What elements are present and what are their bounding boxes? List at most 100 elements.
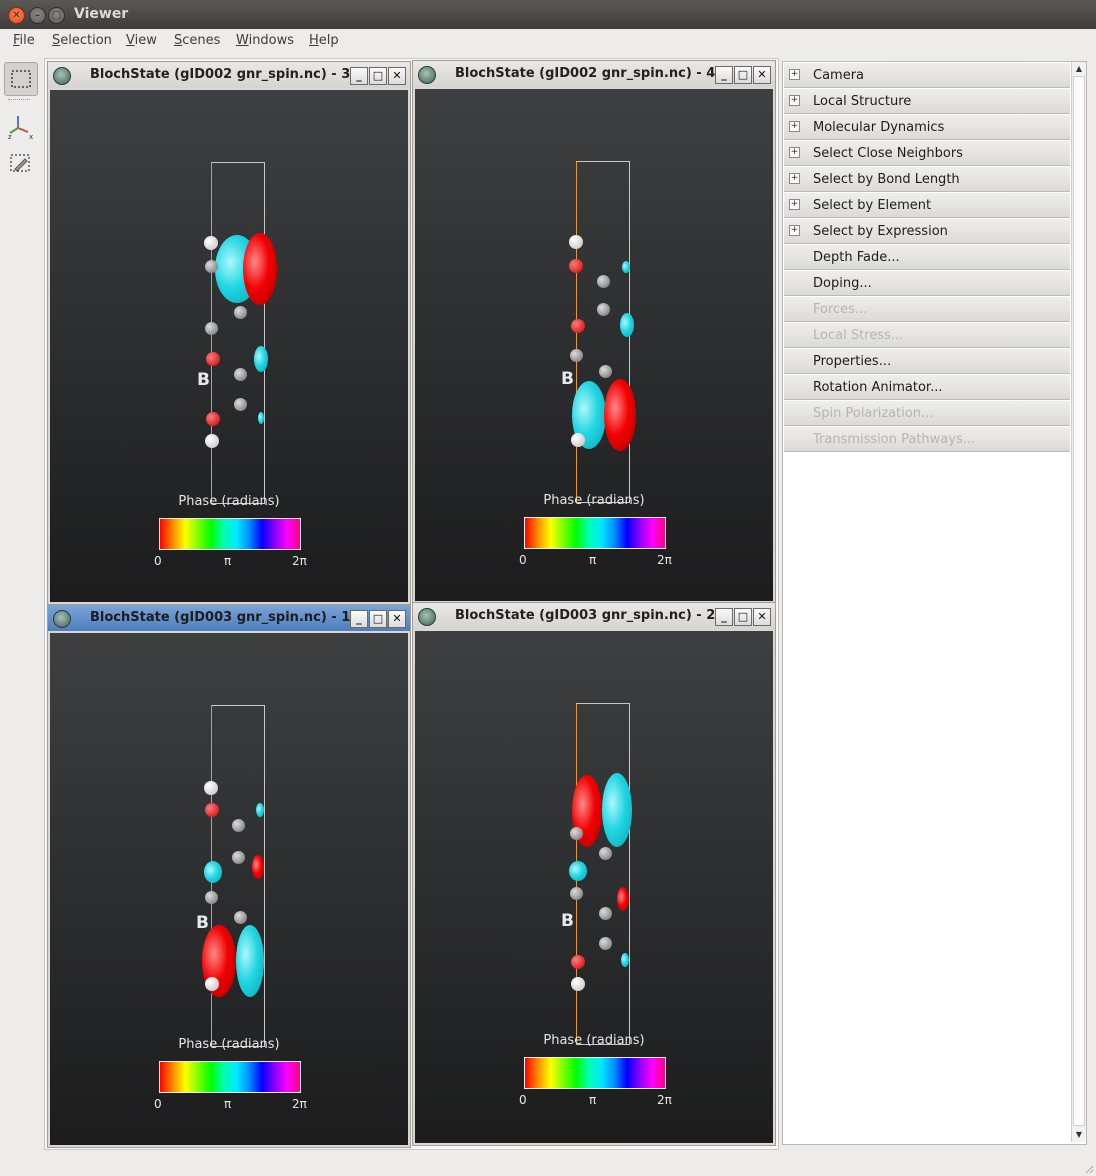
- subwindow-titlebar[interactable]: BlochState (gID002 gnr_spin.nc) - 3 _ □ …: [48, 62, 410, 88]
- subwindow-titlebar[interactable]: BlochState (gID003 gnr_spin.nc) - 1 _ □ …: [48, 605, 410, 631]
- panel-item-label: Local Structure: [813, 94, 912, 109]
- orbital-lobe: [236, 925, 264, 997]
- close-button[interactable]: ✕: [388, 610, 406, 628]
- unit-cell-box: [211, 162, 265, 504]
- rectangle-select-tool[interactable]: [4, 62, 38, 96]
- panel-item-camera[interactable]: + Camera: [784, 63, 1070, 88]
- expand-icon[interactable]: +: [789, 147, 800, 158]
- panel-item-select-by-element[interactable]: + Select by Element: [784, 193, 1070, 218]
- close-button[interactable]: ✕: [753, 66, 771, 84]
- maximize-button[interactable]: □: [734, 608, 752, 626]
- carbon-atom: [234, 306, 247, 319]
- panel-item-label: Select Close Neighbors: [813, 146, 963, 161]
- subwindow-titlebar[interactable]: BlochState (gID002 gnr_spin.nc) - 4 _ □ …: [413, 61, 775, 87]
- maximize-button[interactable]: □: [734, 66, 752, 84]
- panel-item-label: Select by Bond Length: [813, 172, 960, 187]
- axis-icon: z x: [8, 116, 33, 141]
- colorbar-title: Phase (radians): [543, 1033, 645, 1048]
- orbital-lobe: [204, 861, 222, 883]
- carbon-atom: [597, 303, 610, 316]
- panel-item-depth-fade[interactable]: Depth Fade...: [784, 245, 1070, 270]
- minimize-button[interactable]: _: [715, 608, 733, 626]
- panel-item-select-by-expression[interactable]: + Select by Expression: [784, 219, 1070, 244]
- maximize-button[interactable]: □: [369, 67, 387, 85]
- expand-icon[interactable]: +: [789, 225, 800, 236]
- expand-icon[interactable]: +: [789, 173, 800, 184]
- close-icon: ✕: [12, 10, 21, 21]
- menu-windows[interactable]: Windows: [236, 33, 294, 48]
- axis-tool[interactable]: z x: [4, 110, 36, 142]
- orbital-lobe: [622, 261, 630, 273]
- panel-item-label: Transmission Pathways...: [813, 432, 976, 447]
- hydrogen-atom: [204, 781, 218, 795]
- subwindow-titlebar[interactable]: BlochState (gID003 gnr_spin.nc) - 2 _ □ …: [413, 603, 775, 629]
- panel-item-label: Properties...: [813, 354, 892, 369]
- tick-two-pi: 2π: [657, 1093, 672, 1107]
- tick-two-pi: 2π: [292, 1097, 307, 1111]
- tick-zero: 0: [154, 1097, 162, 1111]
- scroll-down-arrow-icon[interactable]: ▼: [1072, 1128, 1086, 1141]
- minimize-button[interactable]: _: [350, 610, 368, 628]
- colorbar-title: Phase (radians): [543, 493, 645, 508]
- hydrogen-atom: [571, 977, 585, 991]
- resize-grip-icon[interactable]: [1084, 1164, 1094, 1174]
- hydrogen-atom: [569, 235, 583, 249]
- orbital-lobe: [243, 233, 277, 305]
- subwindow-bloch-state-3[interactable]: BlochState (gID002 gnr_spin.nc) - 3 _ □ …: [47, 61, 411, 605]
- plugin-panel: + Camera + Local Structure + Molecular Dyna…: [782, 61, 1087, 1145]
- panel-item-label: Molecular Dynamics: [813, 120, 945, 135]
- close-button[interactable]: ✕: [388, 67, 406, 85]
- close-button[interactable]: ✕: [753, 608, 771, 626]
- expand-icon[interactable]: +: [789, 199, 800, 210]
- tick-pi: π: [224, 1097, 232, 1111]
- 3d-viewport[interactable]: B Phase (radians) 0 π 2π: [415, 89, 773, 601]
- panel-item-local-structure[interactable]: + Local Structure: [784, 89, 1070, 114]
- red-orbital-atom: [206, 412, 220, 426]
- minimize-button[interactable]: _: [715, 66, 733, 84]
- subwindow-bloch-state-2[interactable]: BlochState (gID003 gnr_spin.nc) - 2 _ □ …: [412, 602, 776, 1146]
- 3d-viewport[interactable]: B Phase (radians) 0 π 2π: [50, 633, 408, 1145]
- panel-item-doping[interactable]: Doping...: [784, 271, 1070, 296]
- scrollbar-thumb[interactable]: [1073, 76, 1085, 1126]
- maximize-icon: □: [51, 10, 62, 21]
- carbon-atom: [599, 907, 612, 920]
- tick-zero: 0: [519, 553, 527, 567]
- red-orbital-atom: [569, 259, 583, 273]
- red-orbital-atom: [571, 955, 585, 969]
- panel-item-select-by-bond-length[interactable]: + Select by Bond Length: [784, 167, 1070, 192]
- window-maximize-button[interactable]: □: [48, 7, 65, 24]
- window-titlebar[interactable]: ✕ – □ Viewer: [0, 0, 1096, 29]
- 3d-viewport[interactable]: B Phase (radians) 0 π 2π: [50, 90, 408, 602]
- tick-pi: π: [589, 553, 597, 567]
- panel-scrollbar[interactable]: ▲ ▼: [1071, 62, 1086, 1142]
- toolbar-separator: [8, 99, 30, 100]
- phase-colorbar: [524, 517, 666, 549]
- minimize-button[interactable]: _: [350, 67, 368, 85]
- subwindow-bloch-state-1[interactable]: BlochState (gID003 gnr_spin.nc) - 1 _ □ …: [47, 604, 411, 1148]
- lasso-select-tool[interactable]: [4, 147, 36, 179]
- subwindow-bloch-state-4[interactable]: BlochState (gID002 gnr_spin.nc) - 4 _ □ …: [412, 60, 776, 604]
- maximize-button[interactable]: □: [369, 610, 387, 628]
- menu-help[interactable]: Help: [309, 33, 339, 48]
- panel-item-properties[interactable]: Properties...: [784, 349, 1070, 374]
- panel-item-select-close-neighbors[interactable]: + Select Close Neighbors: [784, 141, 1070, 166]
- expand-icon[interactable]: +: [789, 121, 800, 132]
- scroll-up-arrow-icon[interactable]: ▲: [1072, 62, 1086, 75]
- subwindow-title: BlochState (gID003 gnr_spin.nc) - 2: [455, 608, 716, 623]
- panel-item-rotation-animator[interactable]: Rotation Animator...: [784, 375, 1070, 400]
- window-close-button[interactable]: ✕: [8, 7, 25, 24]
- menu-scenes[interactable]: Scenes: [174, 33, 220, 48]
- panel-item-molecular-dynamics[interactable]: + Molecular Dynamics: [784, 115, 1070, 140]
- expand-icon[interactable]: +: [789, 69, 800, 80]
- panel-item-label: Local Stress...: [813, 328, 904, 343]
- 3d-viewport[interactable]: B Phase (radians) 0 π 2π: [415, 631, 773, 1143]
- panel-item-label: Camera: [813, 68, 865, 83]
- menu-selection[interactable]: Selection: [52, 33, 112, 48]
- menu-file[interactable]: File: [13, 33, 35, 48]
- rectangle-select-icon: [11, 70, 31, 88]
- orbital-lobe: [258, 412, 264, 424]
- menubar: File Selection View Scenes Windows Help: [0, 29, 1096, 53]
- expand-icon[interactable]: +: [789, 95, 800, 106]
- menu-view[interactable]: View: [126, 33, 157, 48]
- window-minimize-button[interactable]: –: [29, 7, 46, 24]
